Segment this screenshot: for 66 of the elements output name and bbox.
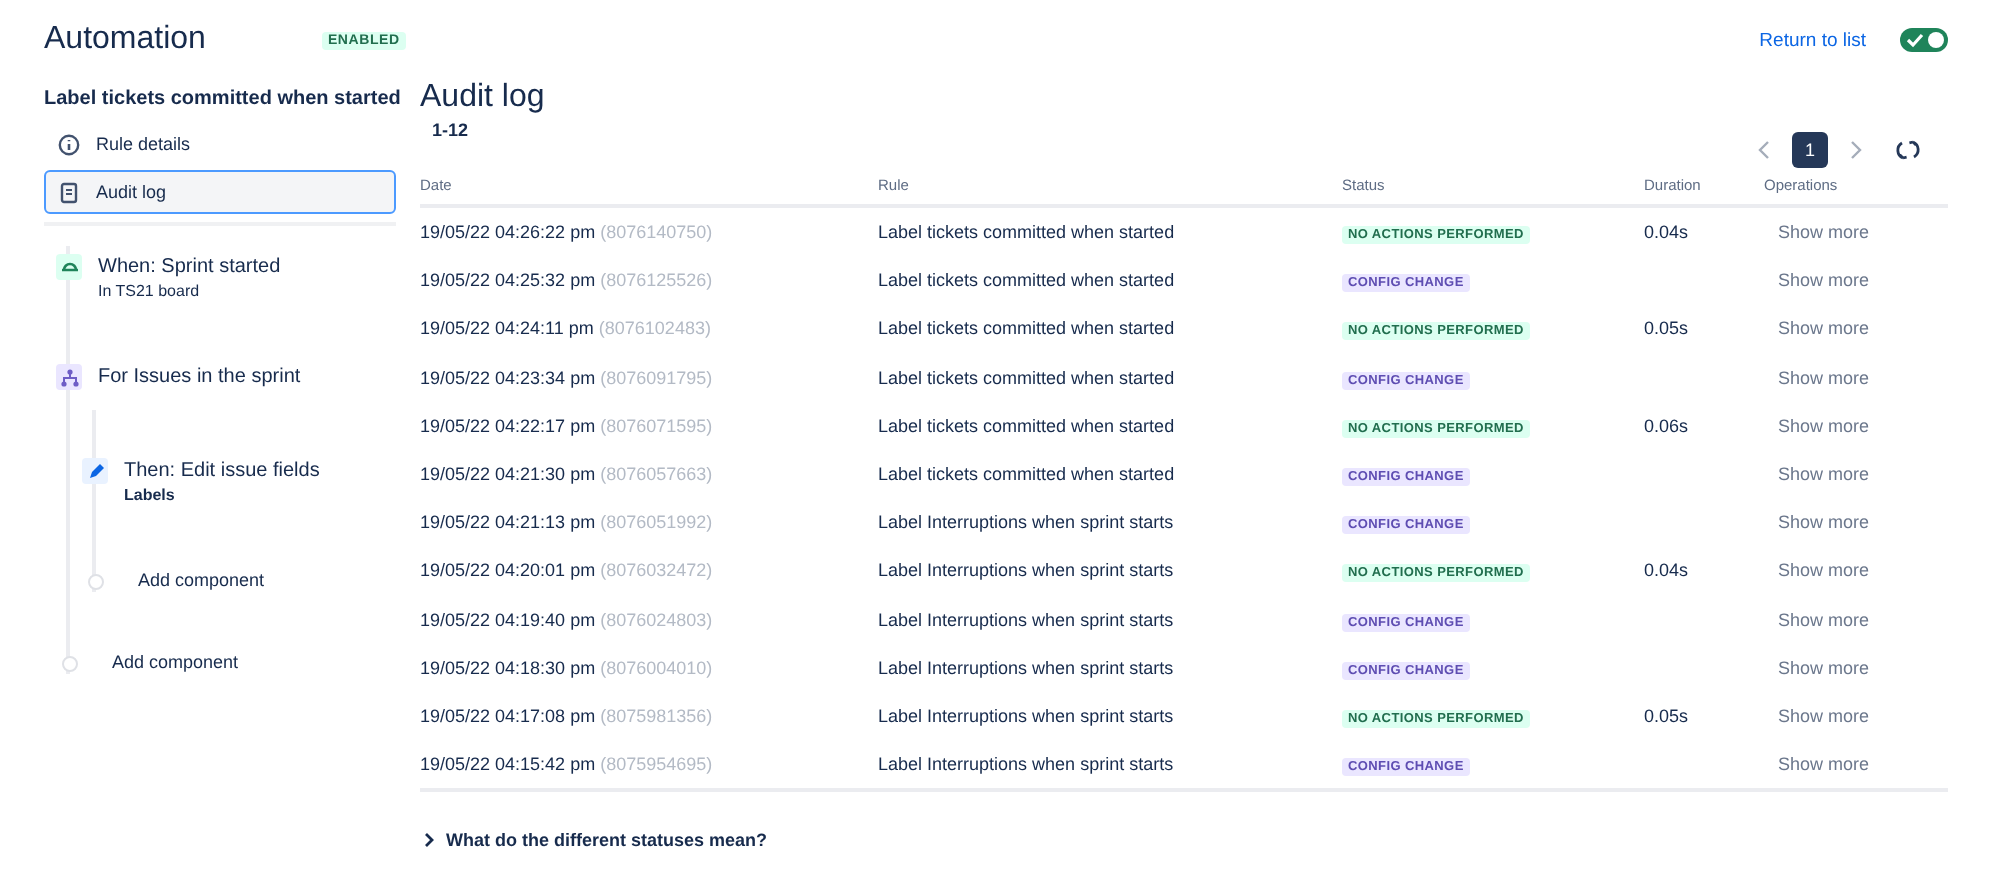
rule-cell-text: Label tickets committed when started [878,367,1177,388]
trigger-icon [56,254,82,280]
show-more-link[interactable]: Show more [1778,318,1870,339]
check-icon [1906,32,1924,48]
step-subtitle: In TS21 board [98,282,202,300]
date-cell-text: 19/05/22 04:21:13 pm (8076051992) [420,512,715,533]
duration-cell: 0.05s [1644,705,1689,726]
page-button[interactable]: 1 [1792,132,1828,168]
info-icon [58,133,80,155]
show-more-link[interactable]: Show more [1778,270,1870,291]
show-more-link[interactable]: Show more [1778,464,1870,485]
rule-cell-text: Label Interruptions when sprint starts [878,609,1176,630]
duration-cell: 0.05s [1644,318,1689,339]
rule-cell-text: Label tickets committed when started [878,270,1177,291]
page-title: Automation [44,22,206,58]
audit-log-title: Audit log [420,80,547,116]
date-cell-text: 19/05/22 04:18:30 pm (8076004010) [420,657,715,678]
show-more-link[interactable]: Show more [1778,705,1870,726]
show-more-link[interactable]: Show more [1778,754,1870,775]
sidebar-item[interactable]: Audit log [44,170,396,214]
branch-icon [56,364,82,390]
step-title: When: Sprint started [98,254,281,280]
show-more-link[interactable]: Show more [1778,367,1870,388]
return-to-list-link[interactable]: Return to list [1759,29,1866,51]
step-title: Then: Edit issue fields [124,458,320,484]
duration-cell: 0.06s [1644,415,1689,436]
step-subtitle: Labels [124,486,177,504]
rule-name: Label tickets committed when started [44,88,396,110]
date-cell-text: 19/05/22 04:23:34 pm (8076091795) [420,367,715,388]
pencil-icon [82,458,108,484]
date-cell-text: 19/05/22 04:17:08 pm (8075981356) [420,705,715,726]
date-cell-text: 19/05/22 04:22:17 pm (8076071595) [420,415,715,436]
rule-cell-text: Label tickets committed when started [878,464,1177,485]
rule-cell-text: Label Interruptions when sprint starts [878,560,1176,581]
date-cell-text: 19/05/22 04:20:01 pm (8076032472) [420,560,715,581]
show-more-link[interactable]: Show more [1778,560,1870,581]
sidebar-item[interactable]: Rule details [44,122,396,166]
rule-cell-text: Label tickets committed when started [878,318,1177,339]
chevron-icon [424,832,436,849]
rule-cell-text: Label Interruptions when sprint starts [878,705,1176,726]
date-cell-text: 19/05/22 04:24:11 pm (8076102483) [420,318,713,339]
statuses-help-toggle[interactable]: What do the different statuses mean? [424,830,1948,851]
date-cell-text: 19/05/22 04:19:40 pm (8076024803) [420,609,715,630]
show-more-link[interactable]: Show more [1778,222,1870,243]
rule-cell-text: Label Interruptions when sprint starts [878,754,1176,775]
add-component-link[interactable]: Add component [138,570,265,592]
show-more-link[interactable]: Show more [1778,512,1870,533]
date-cell-text: 19/05/22 04:25:32 pm (8076125526) [420,270,715,291]
enabled-toggle[interactable] [1900,28,1948,52]
duration-cell: 0.04s [1644,222,1689,243]
rule-cell-text: Label tickets committed when started [878,222,1177,243]
refresh-icon[interactable] [1896,138,1920,162]
document-icon [58,181,80,203]
show-more-link[interactable]: Show more [1778,415,1870,436]
date-cell-text: 19/05/22 04:15:42 pm (8075954695) [420,754,715,775]
result-range: 1-12 [432,120,469,140]
duration-cell: 0.04s [1644,560,1689,581]
show-more-link[interactable]: Show more [1778,657,1870,678]
step-title: For Issues in the sprint [98,364,301,390]
date-cell-text: 19/05/22 04:21:30 pm (8076057663) [420,464,715,485]
rule-cell-text: Label Interruptions when sprint starts [878,512,1176,533]
date-cell-text: 19/05/22 04:26:22 pm (8076140750) [420,222,715,243]
show-more-link[interactable]: Show more [1778,609,1870,630]
rule-cell-text: Label Interruptions when sprint starts [878,657,1176,678]
add-component-link[interactable]: Add component [112,652,239,674]
rule-cell-text: Label tickets committed when started [878,415,1177,436]
